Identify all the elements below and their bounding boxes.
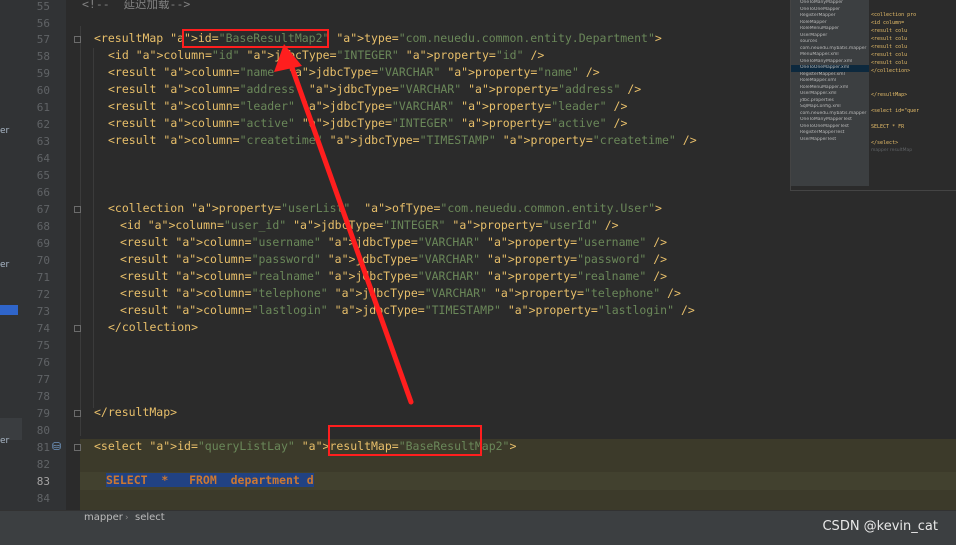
- breadcrumb-item-mapper[interactable]: mapper: [84, 512, 123, 526]
- breadcrumb: mapper › select: [0, 510, 956, 545]
- csdn-watermark: CSDN @kevin_cat: [822, 519, 938, 534]
- thumbnail-code-line: [871, 84, 956, 92]
- thumbnail-code-line: [871, 76, 956, 84]
- thumbnail-code-line: [871, 116, 956, 124]
- thumbnail-code-line: <result colu: [871, 44, 908, 50]
- thumbnail-code-line: </collection>: [871, 68, 911, 74]
- thumbnail-code-line: <result colu: [871, 60, 908, 66]
- thumbnail-code-line: </resultMap>: [871, 92, 908, 98]
- thumbnail-code-line: <collection pro: [871, 12, 917, 18]
- thumbnail-code-line: <select id="quer: [871, 108, 920, 114]
- thumbnail-tree-item: UserMapperTest: [800, 136, 837, 142]
- breadcrumb-separator: ›: [124, 513, 130, 523]
- thumbnail-code-line: <id column=: [871, 20, 905, 26]
- breadcrumb-item-select[interactable]: select: [135, 512, 165, 526]
- thumbnail-code-line: SELECT * FR: [871, 124, 905, 130]
- thumbnail-code-line: <result colu: [871, 52, 908, 58]
- thumbnail-code-line: <result colu: [871, 28, 908, 34]
- thumbnail-breadcrumb-item: resultMap: [889, 148, 913, 153]
- thumbnail-breadcrumb-item: mapper: [871, 148, 889, 153]
- thumbnail-code-line: [871, 100, 956, 108]
- thumbnail-project-tree: OneToManyMapper OneToOneMapper RegisterM…: [791, 0, 869, 186]
- thumbnail-editor: <collection pro <id column= <result colu…: [871, 0, 956, 186]
- thumbnail-code-line: </select>: [871, 140, 899, 146]
- thumbnail-code-line: <result colu: [871, 36, 908, 42]
- thumbnail-code-line: [871, 132, 956, 140]
- thumbnail-screenshot: OneToManyMapper OneToOneMapper RegisterM…: [790, 0, 956, 191]
